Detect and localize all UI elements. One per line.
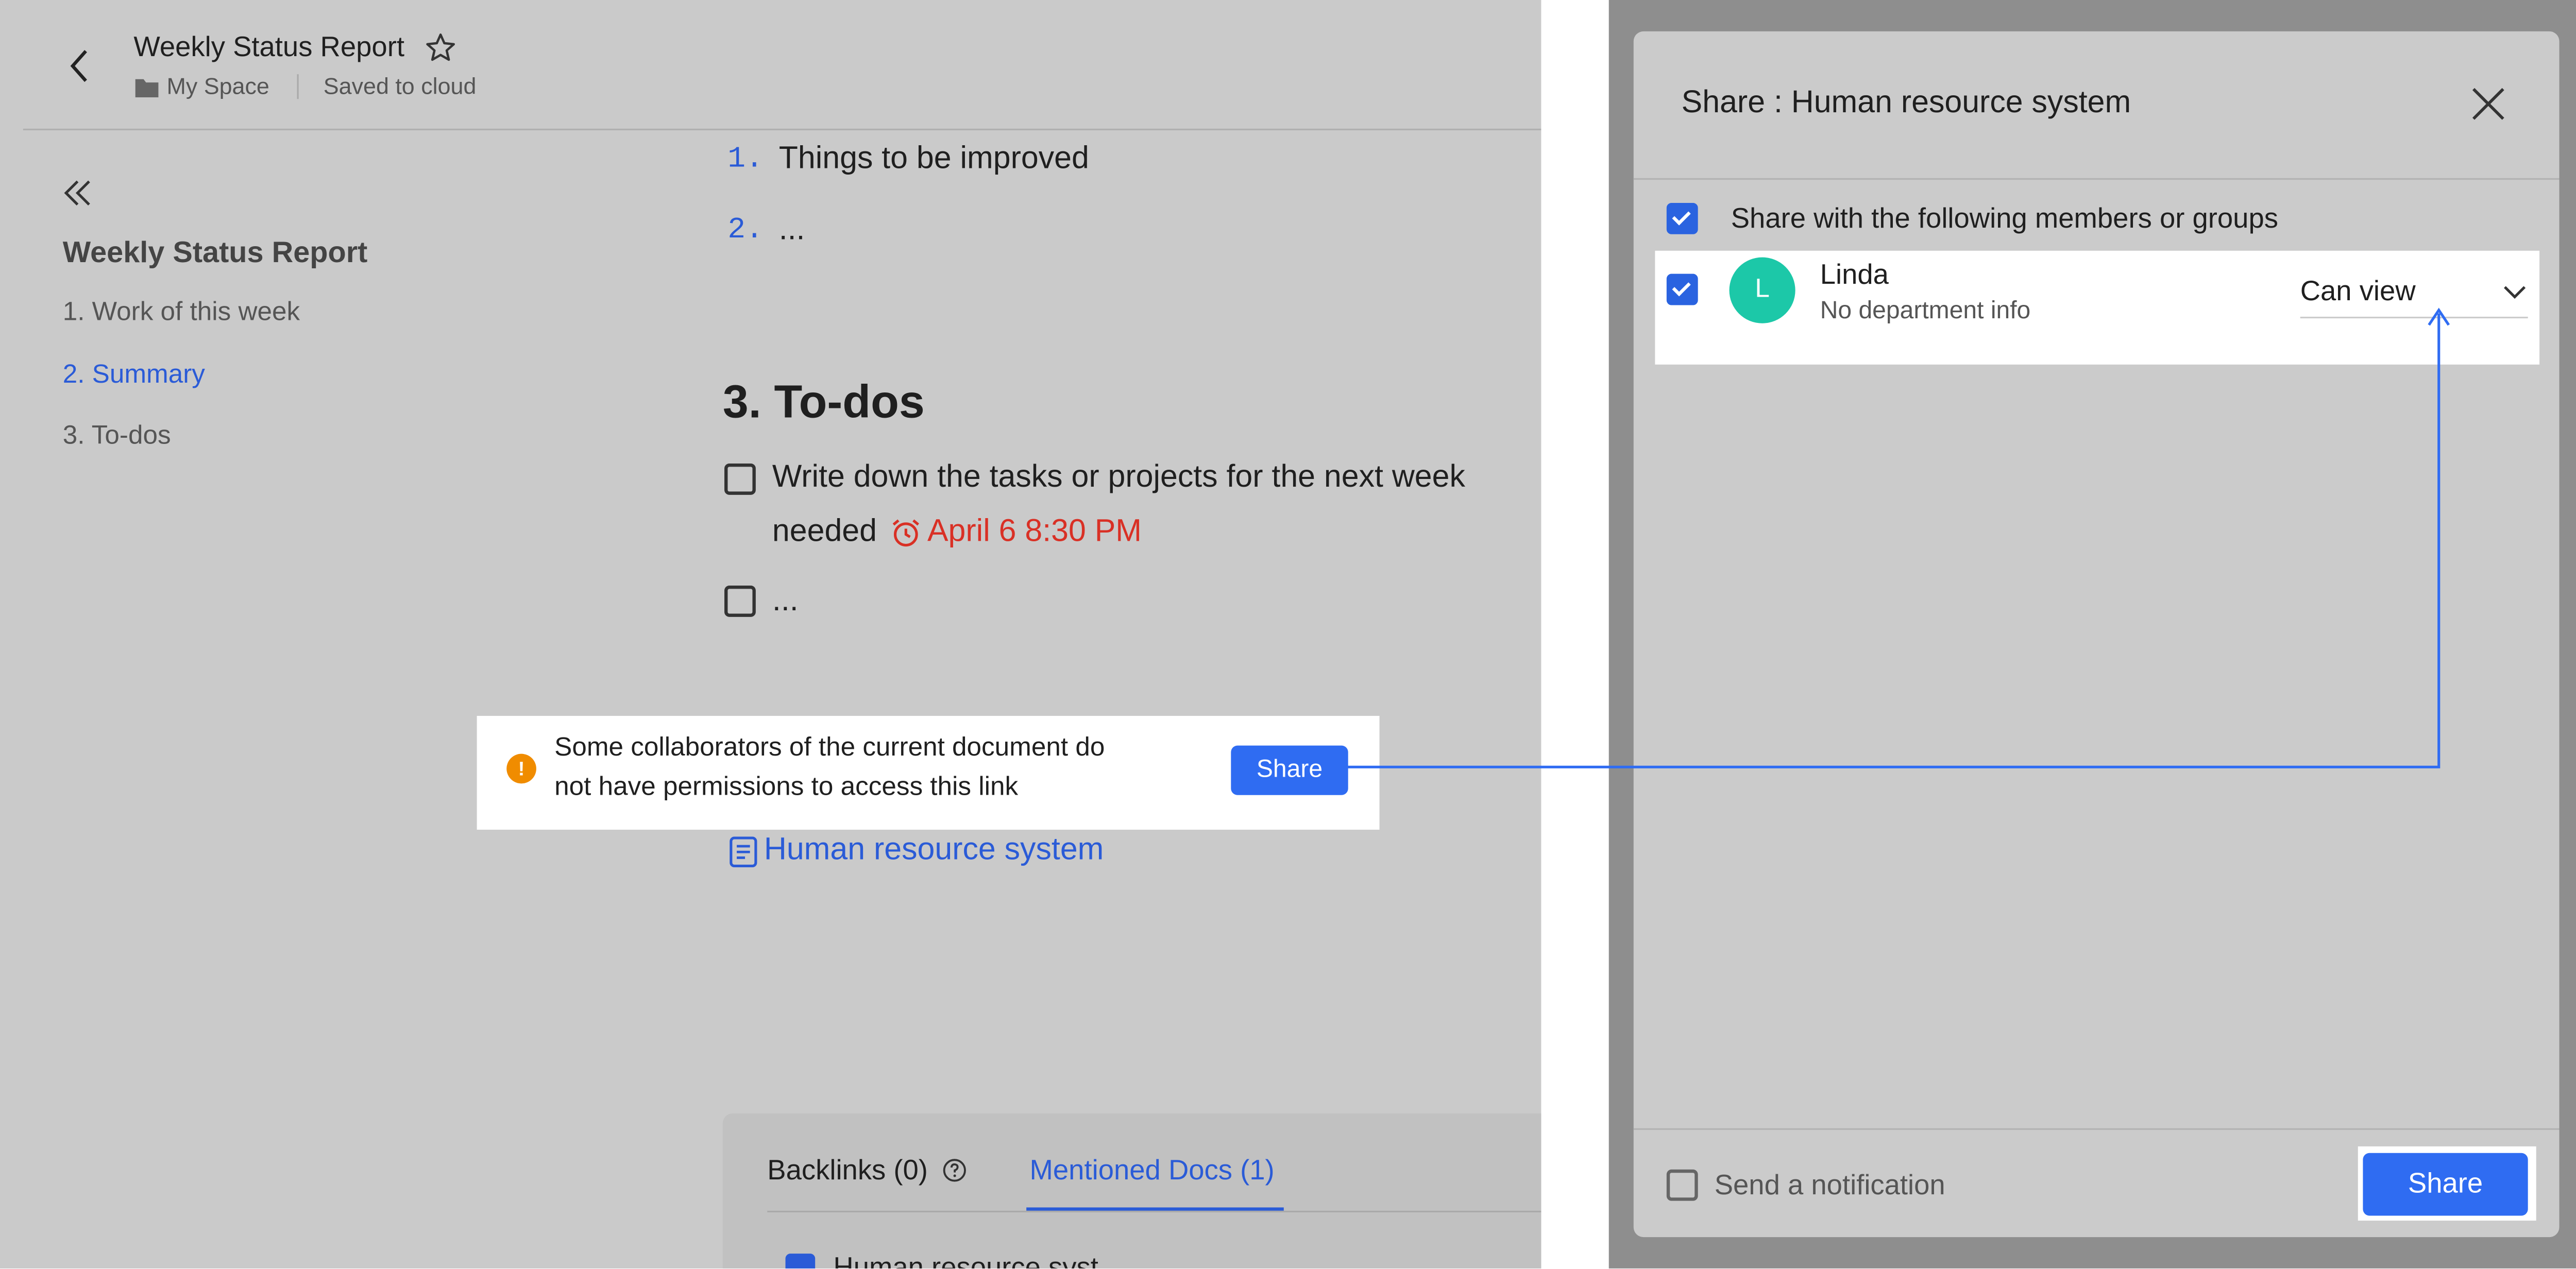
screenshot-stage: Weekly Status Report My Space Saved to c… [0, 0, 2576, 1268]
annotation-arrow [1346, 307, 2450, 768]
